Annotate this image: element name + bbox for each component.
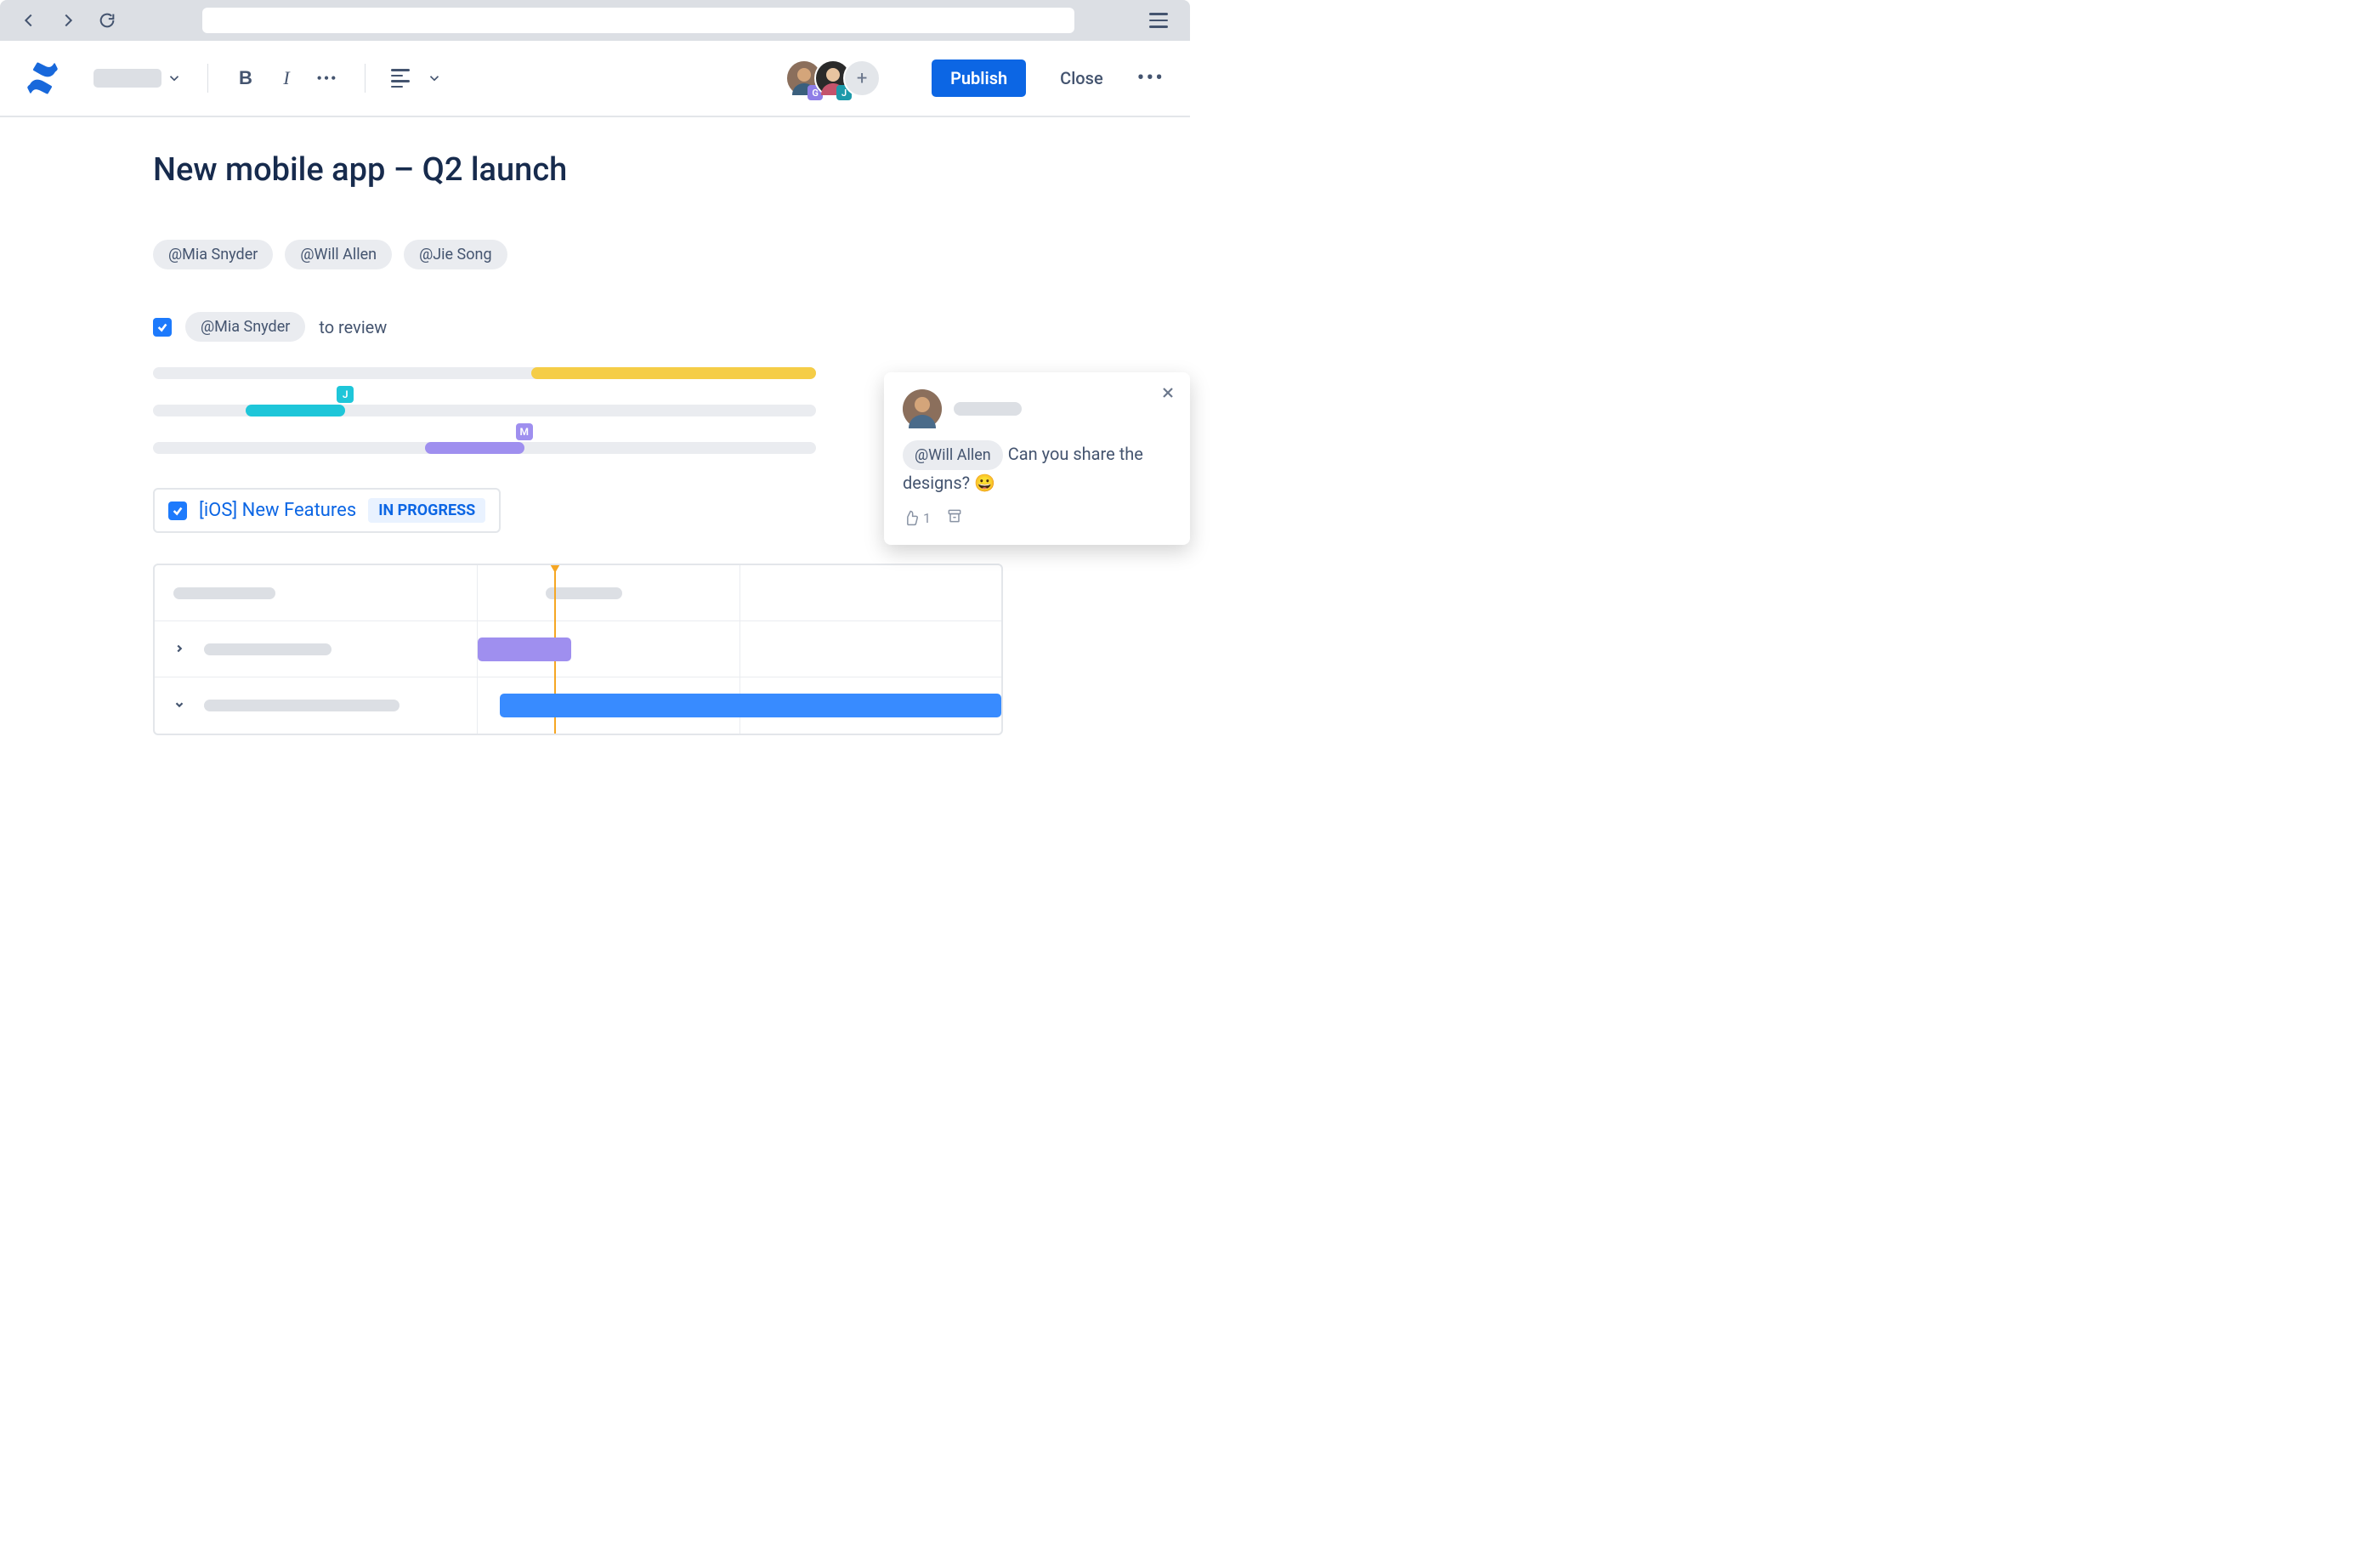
roadmap-header-row bbox=[155, 565, 1001, 621]
task-checkbox[interactable] bbox=[168, 502, 187, 520]
toolbar-separator bbox=[365, 64, 366, 93]
timeline-header-placeholder bbox=[546, 587, 622, 599]
reload-button[interactable] bbox=[95, 8, 119, 32]
column-header-placeholder bbox=[173, 587, 275, 599]
mention-chip[interactable]: @Mia Snyder bbox=[153, 240, 273, 269]
page-title[interactable]: New mobile app – Q2 launch bbox=[153, 151, 1190, 189]
mentions-row: @Mia Snyder @Will Allen @Jie Song bbox=[153, 240, 1190, 269]
confluence-logo-icon bbox=[26, 61, 60, 95]
mention-chip[interactable]: @Will Allen bbox=[285, 240, 392, 269]
chevron-down-icon[interactable] bbox=[427, 71, 442, 86]
linked-issue-title: [iOS] New Features bbox=[199, 500, 356, 521]
page-body: New mobile app – Q2 launch @Mia Snyder @… bbox=[0, 117, 1190, 735]
chevron-right-icon[interactable] bbox=[173, 642, 189, 657]
progress-bar-row bbox=[153, 367, 816, 381]
more-formatting-button[interactable]: ••• bbox=[315, 66, 339, 90]
comment-popover: @Will AllenCan you share the designs? 😀 … bbox=[884, 372, 1190, 545]
publish-button[interactable]: Publish bbox=[932, 60, 1026, 97]
task-row: @Mia Snyder to review bbox=[153, 312, 1190, 342]
browser-menu-button[interactable] bbox=[1149, 8, 1173, 32]
bar-fill bbox=[246, 405, 345, 416]
text-style-placeholder bbox=[94, 69, 162, 88]
like-button[interactable]: 1 bbox=[903, 509, 931, 526]
like-count: 1 bbox=[923, 510, 931, 526]
author-name-placeholder bbox=[954, 402, 1022, 416]
italic-button[interactable]: I bbox=[275, 66, 298, 90]
close-button[interactable]: Close bbox=[1060, 68, 1103, 88]
editor-toolbar: B I ••• G J + Publish Close ••• bbox=[0, 41, 1190, 117]
collaborator-avatars: G J + bbox=[785, 60, 881, 97]
avatar[interactable] bbox=[903, 389, 942, 428]
browser-chrome-bar bbox=[0, 0, 1190, 41]
progress-bar-row: J bbox=[153, 405, 816, 418]
bold-button[interactable]: B bbox=[234, 66, 258, 90]
collaborator-cursor: M bbox=[516, 423, 533, 440]
back-button[interactable] bbox=[17, 8, 41, 32]
close-icon[interactable] bbox=[1158, 382, 1178, 403]
more-actions-button[interactable]: ••• bbox=[1137, 65, 1164, 91]
comment-actions: 1 bbox=[903, 507, 1171, 528]
add-collaborator-button[interactable]: + bbox=[843, 60, 881, 97]
roadmap-macro[interactable] bbox=[153, 564, 1003, 735]
url-bar[interactable] bbox=[202, 8, 1074, 33]
linked-issue[interactable]: [iOS] New Features IN PROGRESS bbox=[153, 488, 501, 533]
progress-bars: J M bbox=[153, 367, 816, 456]
roadmap-bar[interactable] bbox=[478, 638, 571, 661]
row-label-placeholder bbox=[204, 643, 332, 655]
roadmap-row[interactable] bbox=[155, 621, 1001, 677]
forward-button[interactable] bbox=[56, 8, 80, 32]
text-style-dropdown[interactable] bbox=[94, 69, 182, 88]
collaborator-cursor: J bbox=[337, 386, 354, 403]
progress-bar-row: M bbox=[153, 442, 816, 456]
bar-fill bbox=[531, 367, 816, 379]
toolbar-separator bbox=[207, 64, 208, 93]
status-lozenge: IN PROGRESS bbox=[368, 498, 485, 523]
task-checkbox[interactable] bbox=[153, 318, 172, 337]
comment-header bbox=[903, 389, 1171, 428]
mention-chip[interactable]: @Mia Snyder bbox=[185, 312, 305, 342]
mention-chip[interactable]: @Will Allen bbox=[903, 440, 1003, 470]
bar-fill bbox=[425, 442, 524, 454]
comment-body: @Will AllenCan you share the designs? 😀 bbox=[903, 440, 1171, 496]
roadmap-row[interactable] bbox=[155, 677, 1001, 734]
chevron-down-icon[interactable] bbox=[173, 698, 189, 713]
align-left-button[interactable] bbox=[391, 69, 410, 88]
task-text[interactable]: to review bbox=[319, 317, 387, 337]
row-label-placeholder bbox=[204, 700, 400, 711]
resolve-button[interactable] bbox=[946, 507, 963, 528]
chevron-down-icon bbox=[167, 71, 182, 86]
roadmap-bar[interactable] bbox=[500, 694, 1001, 717]
mention-chip[interactable]: @Jie Song bbox=[404, 240, 507, 269]
